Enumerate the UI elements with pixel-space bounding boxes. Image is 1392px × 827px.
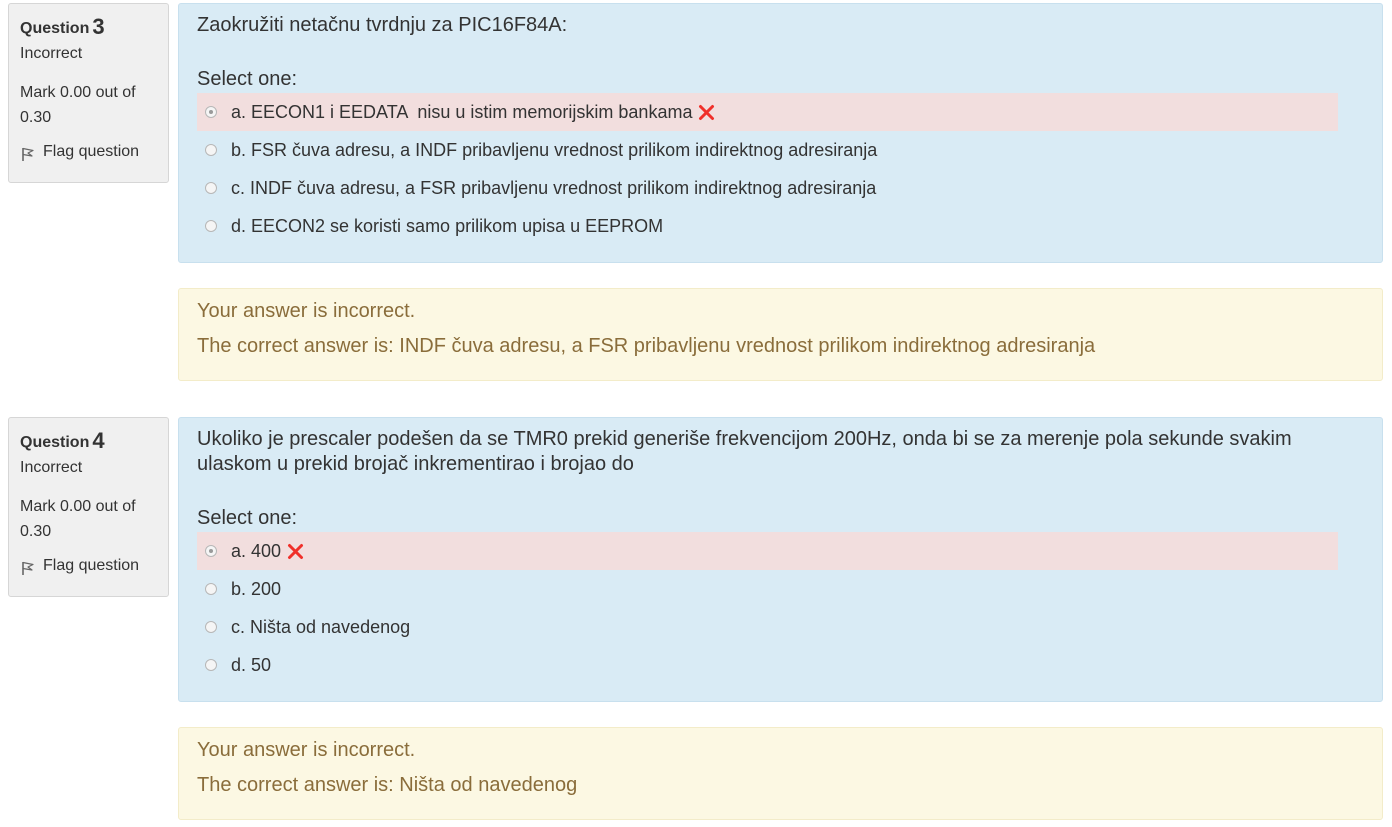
correct-answer-text: The correct answer is: Ništa od navedeno…: [197, 774, 578, 796]
question-label: Question: [20, 20, 90, 37]
answer-radio[interactable]: [205, 220, 217, 232]
answer-radio[interactable]: [205, 621, 217, 633]
answer-option-c[interactable]: c. Ništa od navedenog: [197, 608, 1338, 646]
answer-option-d[interactable]: d. EECON2 se koristi samo prilikom upisa…: [197, 207, 1338, 245]
question-grade: Mark 0.00 out of 0.30: [20, 84, 136, 126]
question-text: Zaokružiti netačnu tvrdnju za PIC16F84A:: [197, 14, 568, 36]
answer-label[interactable]: a. EECON1 i EEDATA nisu u istim memorijs…: [231, 102, 692, 123]
question-outcome: Your answer is incorrect. The correct an…: [178, 727, 1383, 820]
question-number: Question 4: [20, 428, 158, 454]
answer-label[interactable]: d. EECON2 se koristi samo prilikom upisa…: [231, 216, 663, 237]
question-info: Question 4 Incorrect Mark 0.00 out of 0.3…: [8, 417, 169, 597]
answer-radio[interactable]: [205, 545, 217, 557]
answer-option-d[interactable]: d. 50: [197, 646, 1338, 684]
question-label: Question: [20, 434, 90, 451]
question-formulation: Ukoliko je prescaler podešen da se TMR0 …: [178, 417, 1383, 702]
question-text: Ukoliko je prescaler podešen da se TMR0 …: [197, 428, 1292, 475]
answer-label[interactable]: b. FSR čuva adresu, a INDF pribavljenu v…: [231, 140, 877, 161]
question-state: Incorrect: [20, 459, 83, 476]
flag-icon: [22, 147, 34, 161]
question-number: Question 3: [20, 14, 158, 40]
answer-radio[interactable]: [205, 583, 217, 595]
answer-radio[interactable]: [205, 659, 217, 671]
answer-label[interactable]: b. 200: [231, 579, 281, 600]
question-number-value: 3: [92, 14, 105, 39]
answer-label[interactable]: d. 50: [231, 655, 271, 676]
question-outcome: Your answer is incorrect. The correct an…: [178, 288, 1383, 381]
select-one-prompt: Select one:: [197, 507, 298, 529]
question-info: Question 3 Incorrect Mark 0.00 out of 0.3…: [8, 3, 169, 183]
flag-question-label: Flag question: [43, 143, 140, 160]
answer-radio[interactable]: [205, 182, 217, 194]
answer-option-b[interactable]: b. 200: [197, 570, 1338, 608]
question-grade: Mark 0.00 out of 0.30: [20, 498, 136, 540]
feedback-text: Your answer is incorrect.: [197, 300, 416, 322]
select-one-prompt: Select one:: [197, 68, 298, 90]
answer-radio[interactable]: [205, 106, 217, 118]
answer-option-a[interactable]: a. EECON1 i EEDATA nisu u istim memorijs…: [197, 93, 1338, 131]
answer-label[interactable]: a. 400: [231, 541, 281, 562]
answer-option-b[interactable]: b. FSR čuva adresu, a INDF pribavljenu v…: [197, 131, 1338, 169]
answer-list: a. 400 b. 200 c. Ništa od navedenog d. 5…: [197, 532, 1364, 684]
incorrect-x-icon: [698, 104, 715, 121]
question-state: Incorrect: [20, 45, 83, 62]
correct-answer-text: The correct answer is: INDF čuva adresu,…: [197, 335, 1096, 357]
flag-question-label: Flag question: [43, 557, 140, 574]
answer-label[interactable]: c. INDF čuva adresu, a FSR pribavljenu v…: [231, 178, 876, 199]
flag-question-link[interactable]: Flag question: [20, 142, 158, 162]
answer-label[interactable]: c. Ništa od navedenog: [231, 617, 410, 638]
answer-option-c[interactable]: c. INDF čuva adresu, a FSR pribavljenu v…: [197, 169, 1338, 207]
flag-question-link[interactable]: Flag question: [20, 556, 158, 576]
flag-icon: [22, 561, 34, 575]
question-number-value: 4: [92, 428, 105, 453]
answer-option-a[interactable]: a. 400: [197, 532, 1338, 570]
question-formulation: Zaokružiti netačnu tvrdnju za PIC16F84A:…: [178, 3, 1383, 263]
feedback-text: Your answer is incorrect.: [197, 739, 416, 761]
incorrect-x-icon: [287, 543, 304, 560]
answer-radio[interactable]: [205, 144, 217, 156]
answer-list: a. EECON1 i EEDATA nisu u istim memorijs…: [197, 93, 1364, 245]
